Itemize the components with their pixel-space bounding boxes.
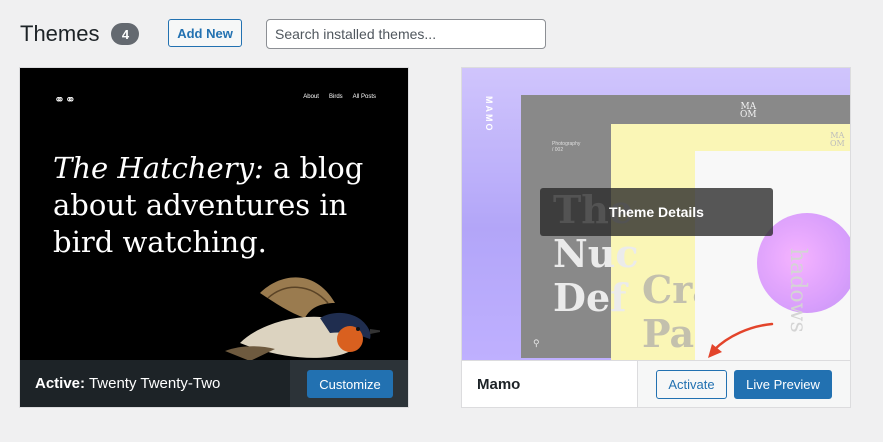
add-new-button[interactable]: Add New xyxy=(168,19,242,47)
annotation-arrow-icon xyxy=(708,322,774,358)
theme-details-button[interactable]: Theme Details xyxy=(540,188,773,236)
binoculars-logo-icon: ⚭⚭ xyxy=(54,92,76,107)
active-theme-actions: Customize xyxy=(290,360,408,407)
page-header: Themes 4 xyxy=(20,18,140,50)
theme-count-badge: 4 xyxy=(111,23,140,45)
preview-nav-item: About xyxy=(303,94,319,100)
preview-headline: The Hatchery: a blog about adventures in… xyxy=(53,151,364,259)
preview-nav-item: All Posts xyxy=(352,94,376,100)
theme-actions-bar: Mamo Activate Live Preview xyxy=(462,360,850,407)
customize-button[interactable]: Customize xyxy=(307,370,393,398)
theme-screenshot[interactable]: MAMO Photography / 002 MA OM MA OM The N… xyxy=(462,68,850,360)
live-preview-button[interactable]: Live Preview xyxy=(734,370,832,399)
page-title: Themes xyxy=(20,21,100,46)
theme-actions: Activate Live Preview xyxy=(637,361,850,407)
bird-illustration xyxy=(225,277,380,360)
theme-card-active[interactable]: ⚭⚭ About Birds All Posts The Hatchery: a… xyxy=(19,67,409,408)
activate-button[interactable]: Activate xyxy=(656,370,727,399)
theme-screenshot[interactable]: ⚭⚭ About Birds All Posts The Hatchery: a… xyxy=(20,68,408,360)
theme-card-mamo[interactable]: MAMO Photography / 002 MA OM MA OM The N… xyxy=(461,67,851,408)
active-theme-name: Active: Twenty Twenty-Two xyxy=(35,375,221,392)
preview-nav: About Birds All Posts xyxy=(303,94,376,100)
theme-name: Mamo xyxy=(477,376,521,393)
active-theme-bar: Active: Twenty Twenty-Two Customize xyxy=(20,360,408,407)
preview-nav-item: Birds xyxy=(328,94,343,100)
search-input[interactable] xyxy=(266,19,546,49)
